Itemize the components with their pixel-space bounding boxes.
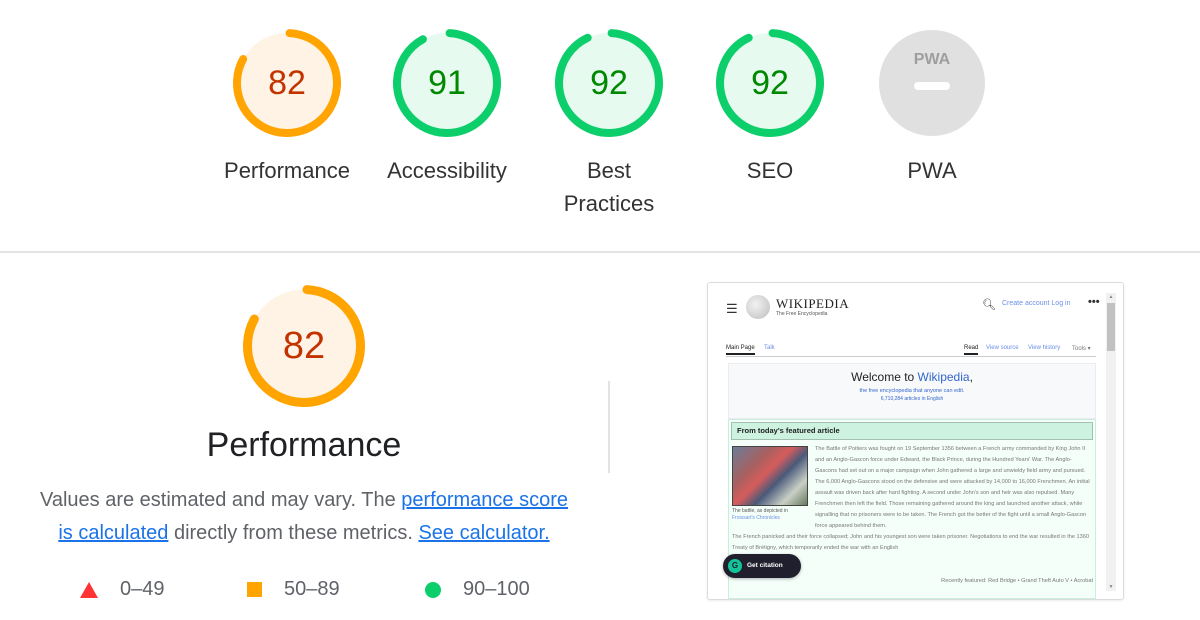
pwa-badge-text: PWA xyxy=(914,51,951,68)
scrollbar[interactable]: ▲ ▼ xyxy=(1106,293,1116,591)
gauge-performance[interactable]: 82 Performance xyxy=(212,28,362,187)
gauge-score: 92 xyxy=(751,64,789,102)
wiki-tab: View history xyxy=(1028,345,1061,351)
gauge-score: 91 xyxy=(428,64,466,102)
featured-heading: From today's featured article xyxy=(731,422,1093,440)
search-icon: 🔍︎ xyxy=(982,299,996,311)
vertical-divider xyxy=(608,381,610,473)
grammarly-icon: G xyxy=(728,559,742,573)
description-text: Values are estimated and may vary. The xyxy=(39,489,402,511)
wiki-welcome-banner: Welcome to Wikipedia, the free encyclope… xyxy=(728,363,1096,419)
featured-image xyxy=(732,446,808,506)
performance-gauge-large: 82 xyxy=(242,284,366,408)
gauge-accessibility[interactable]: 91 Accessibility xyxy=(372,28,522,187)
wiki-tab: View source xyxy=(986,345,1019,351)
wiki-tab: Main Page xyxy=(726,345,755,355)
gauge-label: PWA xyxy=(907,158,957,183)
gauge-score: 92 xyxy=(590,64,628,102)
wiki-tab: Read xyxy=(964,345,979,355)
wikipedia-globe-logo xyxy=(746,295,770,319)
gauge-seo[interactable]: 92 SEO xyxy=(695,28,845,187)
pwa-dash xyxy=(914,82,950,90)
square-icon xyxy=(247,582,262,597)
performance-score: 82 xyxy=(282,325,326,367)
gauge-label: Performance xyxy=(224,158,350,183)
final-screenshot[interactable]: ☰ WIKIPEDIA The Free Encyclopedia 🔍︎ Cre… xyxy=(707,282,1124,600)
legend-pass: 90–100 xyxy=(425,578,530,601)
welcome-heading: Welcome to Wikipedia, xyxy=(851,370,973,384)
ellipsis-icon: ••• xyxy=(1088,296,1100,308)
wiki-tab: Talk xyxy=(764,345,775,351)
wiki-tab: Tools ▾ xyxy=(1072,346,1091,352)
description-text: directly from these metrics. xyxy=(168,522,419,544)
legend-range: 50–89 xyxy=(284,578,340,600)
performance-title: Performance xyxy=(206,426,402,464)
gauge-label: Best Practices xyxy=(563,158,655,216)
wiki-tagline: The Free Encyclopedia xyxy=(776,311,828,317)
scroll-up-icon[interactable]: ▲ xyxy=(1106,294,1116,300)
legend-range: 90–100 xyxy=(463,578,530,600)
see-calculator-link[interactable]: See calculator. xyxy=(418,522,549,544)
legend-fail: 0–49 xyxy=(80,578,165,601)
scrollbar-thumb[interactable] xyxy=(1107,303,1115,351)
wiki-header: ☰ WIKIPEDIA The Free Encyclopedia 🔍︎ Cre… xyxy=(726,295,1100,325)
article-count: 6,710,284 articles in English xyxy=(880,396,944,402)
pwa-badge-icon: PWA xyxy=(879,30,985,136)
legend-average: 50–89 xyxy=(247,578,340,601)
wiki-account-links: Create account Log in xyxy=(1002,300,1071,307)
circle-icon xyxy=(425,581,441,598)
scroll-down-icon[interactable]: ▼ xyxy=(1106,584,1116,590)
welcome-subtitle: the free encyclopedia that anyone can ed… xyxy=(859,388,965,394)
gauge-best-practices[interactable]: 92 Best Practices xyxy=(534,28,684,220)
featured-text: The Battle of Poitiers was fought on 19 … xyxy=(815,446,1090,529)
gauge-score: 82 xyxy=(268,64,306,102)
wiki-tabs: Main Page Talk Read View source View his… xyxy=(726,343,1096,357)
gauge-label: SEO xyxy=(746,158,794,183)
wiki-site-name: WIKIPEDIA xyxy=(776,296,850,311)
category-scores: 82 Performance 91 Accessibility 92 Best … xyxy=(0,0,1200,252)
get-citation-button: G Get citation xyxy=(723,554,801,578)
gauge-label: Accessibility xyxy=(387,158,507,183)
performance-description: Values are estimated and may vary. The p… xyxy=(30,484,578,550)
triangle-icon xyxy=(80,581,98,598)
recently-featured: Recently featured: Red Bridge • Grand Th… xyxy=(941,578,1093,584)
citation-label: Get citation xyxy=(747,562,783,569)
legend-range: 0–49 xyxy=(120,578,165,600)
section-divider xyxy=(0,251,1200,253)
gauge-pwa[interactable]: PWA PWA xyxy=(857,28,1007,187)
image-caption: The battle, as depicted in Froissart's Ch… xyxy=(732,508,788,521)
hamburger-icon: ☰ xyxy=(726,301,738,316)
featured-text-continued: The French panicked and their force coll… xyxy=(732,534,1089,551)
